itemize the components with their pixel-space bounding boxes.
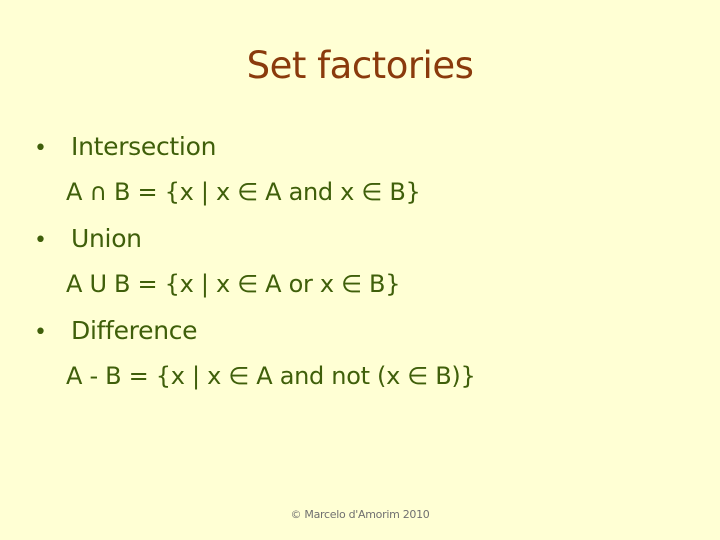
- bullet-item-union: • Union: [34, 224, 694, 270]
- slide-title: Set factories: [246, 44, 474, 87]
- bullet-label: Difference: [71, 316, 198, 345]
- formula-difference: A - B = {x | x ∈ A and not (x ∈ B)}: [66, 362, 476, 390]
- bullet-item-intersection: • Intersection: [34, 132, 694, 178]
- bullet-dot-icon: •: [34, 320, 47, 345]
- bullet-dot-icon: •: [34, 228, 47, 253]
- bullet-label: Intersection: [71, 132, 217, 161]
- bullet-list: • Intersection A ∩ B = {x | x ∈ A and x …: [34, 132, 694, 408]
- bullet-dot-icon: •: [34, 136, 47, 161]
- copyright-footer: © Marcelo d'Amorim 2010: [290, 508, 430, 521]
- formula-union: A U B = {x | x ∈ A or x ∈ B}: [66, 270, 401, 298]
- bullet-item-difference: • Difference: [34, 316, 694, 362]
- formula-intersection: A ∩ B = {x | x ∈ A and x ∈ B}: [66, 178, 421, 206]
- bullet-label: Union: [71, 224, 142, 253]
